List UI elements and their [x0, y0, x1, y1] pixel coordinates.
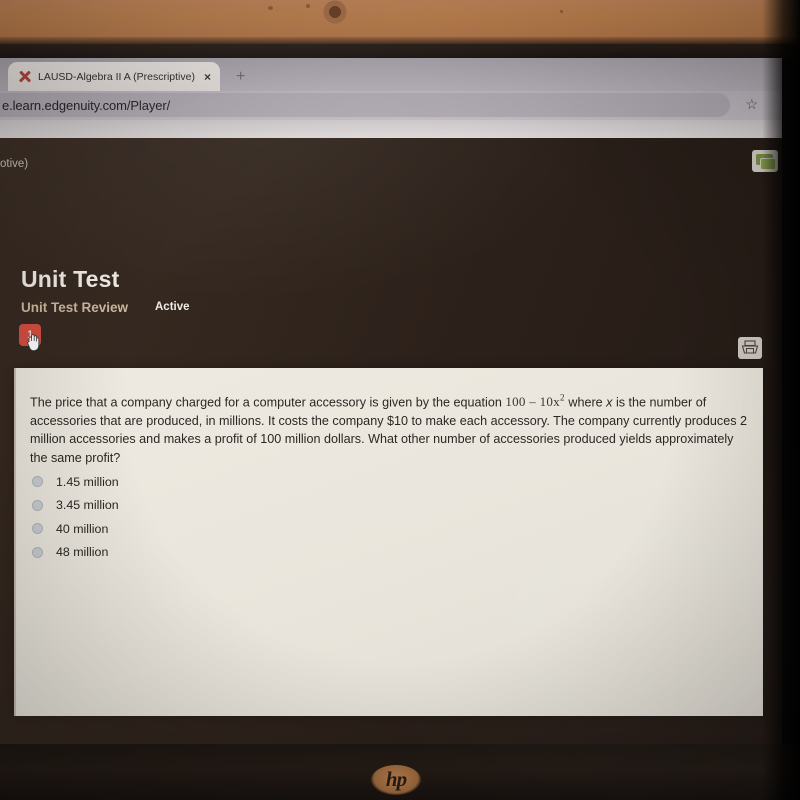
question-text: The price that a company charged for a c…: [30, 389, 752, 467]
tab-close-button[interactable]: ×: [201, 70, 214, 84]
tab-title: LAUSD-Algebra II A (Prescriptive): [38, 70, 195, 83]
answer-choice-label: 40 million: [56, 521, 109, 536]
new-tab-button[interactable]: +: [236, 68, 245, 86]
question-part-1: The price that a company charged for a c…: [30, 395, 506, 410]
page-title: Unit Test: [21, 266, 120, 292]
answer-choice[interactable]: 1.45 million: [32, 470, 119, 493]
laptop-screen: LAUSD-Algebra II A (Prescriptive) × + e.…: [0, 58, 782, 744]
address-bar-url: e.learn.edgenuity.com/Player/: [2, 97, 171, 113]
browser-tab[interactable]: LAUSD-Algebra II A (Prescriptive) ×: [8, 62, 220, 91]
x-close-icon: [17, 69, 32, 84]
answer-choice[interactable]: 3.45 million: [32, 494, 119, 517]
radio-button[interactable]: [32, 476, 43, 487]
print-button[interactable]: [738, 337, 762, 359]
answer-choice[interactable]: 40 million: [32, 517, 119, 540]
radio-button[interactable]: [32, 499, 43, 511]
laptop-photo: LAUSD-Algebra II A (Prescriptive) × + e.…: [0, 0, 800, 800]
browser-toolbar: e.learn.edgenuity.com/Player/ ☆: [0, 91, 782, 120]
hp-logo: hp: [371, 765, 421, 795]
chat-bubble-icon[interactable]: [752, 150, 778, 172]
breadcrumb: otive): [0, 158, 29, 170]
equation-base: 100 – 10x: [505, 394, 561, 410]
question-equation: 100 – 10x2: [505, 393, 565, 410]
answer-choice[interactable]: 48 million: [32, 541, 119, 564]
bookmarks-bar: [0, 120, 782, 138]
answer-choice-label: 1.45 million: [56, 474, 119, 489]
question-card: The price that a company charged for a c…: [14, 368, 763, 716]
status-badge: Active: [155, 301, 190, 313]
question-part-2: where: [564, 395, 607, 410]
assignment-subtitle: Unit Test Review: [21, 300, 129, 315]
answer-choices: 1.45 million 3.45 million 40 million 48 …: [32, 470, 119, 564]
address-bar[interactable]: e.learn.edgenuity.com/Player/: [0, 93, 730, 117]
answer-choice-label: 3.45 million: [56, 498, 119, 512]
edgenuity-player: otive) Unit Test Unit Test Review Active…: [0, 138, 782, 744]
print-icon: [741, 340, 759, 354]
browser-tabstrip: LAUSD-Algebra II A (Prescriptive) × +: [0, 58, 782, 91]
answer-choice-label: 48 million: [56, 545, 109, 559]
star-icon[interactable]: ☆: [745, 96, 758, 113]
question-number-badge[interactable]: 1: [19, 324, 41, 346]
radio-button[interactable]: [32, 523, 43, 534]
desk-surface: [0, 0, 800, 46]
radio-button[interactable]: [32, 546, 43, 558]
